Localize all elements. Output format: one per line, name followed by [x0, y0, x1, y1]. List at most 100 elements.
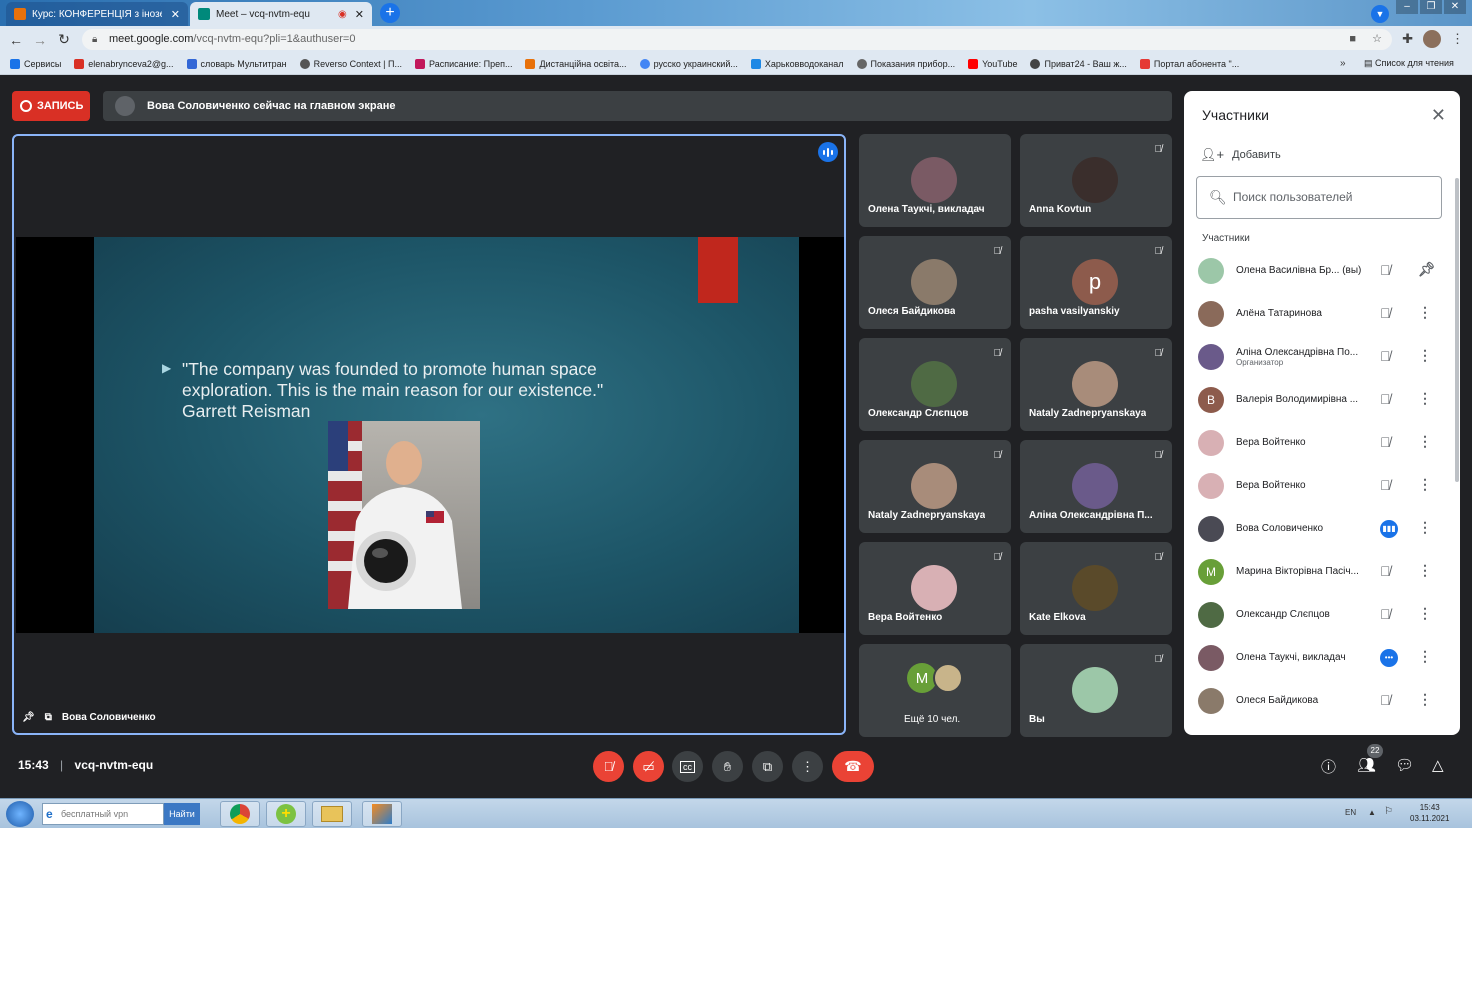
mic-off-icon[interactable]: 🎙̸: [1380, 305, 1391, 321]
activities-icon[interactable]: △: [1432, 756, 1444, 774]
add-participant-button[interactable]: 👤︎+ Добавить: [1200, 147, 1281, 163]
forward-arrow-icon[interactable]: →: [28, 32, 52, 48]
more-participants-tile[interactable]: M Ещё 10 чел.: [859, 644, 1011, 737]
list-item[interactable]: Олеся Байдикова 🎙̸ ⋮: [1184, 679, 1454, 722]
list-item[interactable]: Вера Войтенко 🎙̸ ⋮: [1184, 421, 1454, 464]
tab-meet[interactable]: Meet – vcq-nvtm-equ ◉ ✕: [190, 2, 372, 26]
star-icon[interactable]: ☆: [1372, 29, 1382, 50]
more-vert-icon[interactable]: ⋮: [1418, 605, 1432, 622]
list-item[interactable]: Олександр Слєпцов 🎙̸ ⋮: [1184, 593, 1454, 636]
address-bar[interactable]: 🔒︎ meet.google.com/vcq-nvtm-equ?pli=1&au…: [82, 29, 1392, 50]
more-vert-icon[interactable]: ⋮: [1418, 476, 1432, 493]
reload-icon[interactable]: ↻: [52, 31, 76, 48]
participant-tile[interactable]: 🎙̸ Вера Войтенко: [859, 542, 1011, 635]
close-tab-icon[interactable]: ✕: [355, 8, 364, 21]
people-icon[interactable]: 👥︎: [1357, 756, 1376, 774]
list-item[interactable]: Вова Соловиченко ▮▮▮ ⋮: [1184, 507, 1454, 550]
bookmark[interactable]: Расписание: Преп...: [414, 58, 512, 69]
menu-icon[interactable]: ⋮: [1451, 31, 1464, 47]
participant-tile[interactable]: 🎙̸ Nataly Zadnepryanskaya: [859, 440, 1011, 533]
mic-off-icon[interactable]: 🎙̸: [1380, 606, 1391, 622]
bookmark[interactable]: Приват24 - Ваш ж...: [1030, 58, 1127, 69]
participant-tile[interactable]: 🎙̸ Nataly Zadnepryanskaya: [1020, 338, 1172, 431]
taskbar-app[interactable]: +: [266, 801, 306, 827]
main-stage[interactable]: ▶ "The company was founded to promote hu…: [12, 134, 846, 735]
participant-tile[interactable]: 🎙̸ Аліна Олександрівна П...: [1020, 440, 1172, 533]
taskbar-app[interactable]: [362, 801, 402, 827]
list-item[interactable]: Олена Василівна Бр... (вы) 🎙̸ 📌︎: [1184, 249, 1454, 292]
info-icon[interactable]: ⓘ: [1321, 756, 1336, 777]
bookmarks-more-button[interactable]: »: [1340, 58, 1346, 69]
bookmark[interactable]: словарь Мультитран: [186, 58, 287, 69]
mic-off-icon[interactable]: 🎙̸: [1380, 391, 1391, 407]
list-item[interactable]: Алёна Татаринова 🎙̸ ⋮: [1184, 292, 1454, 335]
mic-off-icon[interactable]: 🎙̸: [1380, 348, 1391, 364]
flag-icon[interactable]: ⚐: [1384, 806, 1393, 817]
list-item[interactable]: В Валерія Володимирівна ... 🎙̸ ⋮: [1184, 378, 1454, 421]
mic-toggle-button[interactable]: 🎙̸: [593, 751, 624, 782]
participant-tile[interactable]: 🎙̸ Kate Elkova: [1020, 542, 1172, 635]
bookmark[interactable]: Харьковводоканал: [750, 58, 844, 69]
close-window-button[interactable]: ✕: [1444, 0, 1466, 14]
tray-expand-icon[interactable]: ▲: [1368, 808, 1376, 817]
participant-tile[interactable]: 🎙̸ p pasha vasilyanskiy: [1020, 236, 1172, 329]
bookmark[interactable]: Показания прибор...: [856, 58, 955, 69]
panel-scrollbar[interactable]: [1455, 178, 1459, 482]
bookmark[interactable]: Сервисы: [10, 58, 61, 69]
camera-icon[interactable]: ■: [1349, 29, 1356, 50]
participant-tile[interactable]: 🎙̸ Anna Kovtun: [1020, 134, 1172, 227]
taskbar-app-chrome[interactable]: [220, 801, 260, 827]
chat-icon[interactable]: 💬︎: [1395, 756, 1414, 774]
more-vert-icon[interactable]: ⋮: [1418, 347, 1432, 364]
list-item[interactable]: Аліна Олександрівна По... Организатор 🎙̸ …: [1184, 335, 1454, 378]
more-vert-icon[interactable]: ⋮: [1418, 648, 1432, 665]
more-vert-icon[interactable]: ⋮: [1418, 390, 1432, 407]
bookmark[interactable]: Портал абонента "...: [1139, 58, 1239, 69]
more-vert-icon[interactable]: ⋮: [1418, 433, 1432, 450]
minimize-button[interactable]: –: [1396, 0, 1418, 14]
close-tab-icon[interactable]: ✕: [171, 8, 180, 21]
more-vert-icon[interactable]: ⋮: [1418, 304, 1432, 321]
more-vert-icon[interactable]: ⋮: [1418, 562, 1432, 579]
mic-off-icon[interactable]: 🎙̸: [1380, 692, 1391, 708]
chevron-down-icon[interactable]: ▼: [1371, 5, 1389, 23]
taskbar-search-input[interactable]: e бесплатный vpn: [42, 803, 164, 825]
taskbar-search-button[interactable]: Найти: [164, 803, 200, 825]
language-indicator[interactable]: EN: [1345, 808, 1356, 817]
extensions-icon[interactable]: ✚: [1402, 31, 1413, 47]
participant-tile[interactable]: Олена Таукчі, викладач: [859, 134, 1011, 227]
more-vert-icon[interactable]: ⋮: [1418, 691, 1432, 708]
list-item[interactable]: Олена Таукчі, викладач ••• ⋮: [1184, 636, 1454, 679]
profile-avatar[interactable]: [1423, 30, 1441, 48]
list-item[interactable]: M Марина Вікторівна Пасіч... 🎙̸ ⋮: [1184, 550, 1454, 593]
start-button[interactable]: [6, 801, 34, 827]
participant-tile[interactable]: 🎙̸ Олеся Байдикова: [859, 236, 1011, 329]
bookmark[interactable]: Reverso Context | П...: [299, 58, 402, 69]
participant-tile[interactable]: 🎙̸ Олександр Слєпцов: [859, 338, 1011, 431]
raise-hand-button[interactable]: ✋︎: [712, 751, 743, 782]
pin-icon[interactable]: 📌︎: [22, 712, 35, 723]
bookmark[interactable]: YouTube: [968, 58, 1017, 69]
mic-off-icon[interactable]: 🎙̸: [1380, 563, 1391, 579]
back-arrow-icon[interactable]: ←: [4, 32, 28, 48]
leave-call-button[interactable]: ☎︎: [832, 751, 874, 782]
tray-clock[interactable]: 15:43 03.11.2021: [1410, 802, 1449, 824]
present-button[interactable]: ⧉: [752, 751, 783, 782]
new-tab-button[interactable]: +: [380, 3, 400, 23]
bookmark[interactable]: elenabrynceva2@g...: [74, 58, 174, 69]
captions-button[interactable]: cc: [672, 751, 703, 782]
bookmark[interactable]: Дистанційна освіта...: [525, 58, 627, 69]
mic-off-icon[interactable]: 🎙̸: [1380, 477, 1391, 493]
reading-list-button[interactable]: ▤ Список для чтения: [1364, 58, 1454, 69]
close-icon[interactable]: ✕: [1431, 105, 1446, 126]
bookmark[interactable]: русско украинский...: [639, 58, 738, 69]
taskbar-app-explorer[interactable]: [312, 801, 352, 827]
restore-button[interactable]: ❐: [1420, 0, 1442, 14]
tab-course[interactable]: Курс: КОНФЕРЕНЦІЯ з іноземно ✕: [6, 2, 188, 26]
more-options-button[interactable]: ⋮: [792, 751, 823, 782]
search-input[interactable]: 🔍︎ Поиск пользователей: [1196, 176, 1442, 219]
list-item[interactable]: Вера Войтенко 🎙̸ ⋮: [1184, 464, 1454, 507]
camera-toggle-button[interactable]: ▭̸: [633, 751, 664, 782]
mic-off-icon[interactable]: 🎙̸: [1380, 434, 1391, 450]
mic-off-icon[interactable]: 🎙̸: [1380, 262, 1391, 278]
